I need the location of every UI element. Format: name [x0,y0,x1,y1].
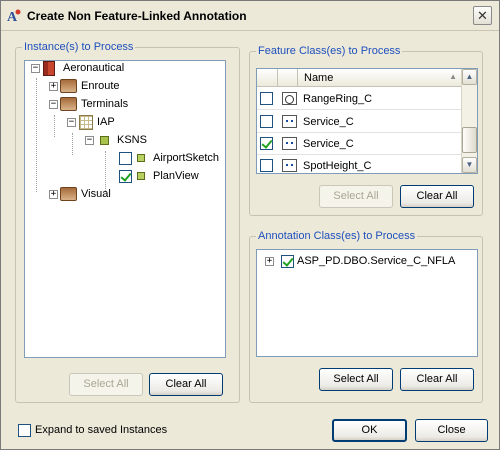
row-name: RangeRing_C [303,92,373,105]
small-square-icon [137,172,145,180]
tree-item-label: Aeronautical [63,62,125,74]
annotation-app-icon: A [7,9,21,24]
column-header-name[interactable]: Name [304,72,333,84]
scroll-thumb[interactable] [462,127,477,153]
feature-classes-legend: Feature Class(es) to Process [256,45,403,57]
small-square-icon [137,154,145,162]
instances-legend: Instance(s) to Process [22,41,136,53]
tree-item-aeronautical[interactable]: − Aeronautical [31,61,125,77]
expand-saved-instances-label: Expand to saved Instances [35,424,168,436]
point-symbol-icon [282,159,297,172]
row-name: Service_C [303,115,354,128]
window-title: Create Non Feature-Linked Annotation [27,9,247,23]
tree-item-enroute[interactable]: + Enroute [49,77,120,95]
expand-icon[interactable]: + [49,189,58,199]
stack-icon [60,97,77,111]
tree-item-airportsketch[interactable]: AirportSketch [119,149,219,167]
stack-icon [60,79,77,93]
range-ring-icon [282,92,297,105]
sort-ascending-icon: ▲ [449,72,457,81]
instances-group: Instance(s) to Process − Aeronautical + … [15,41,240,403]
tree-item-label: KSNS [117,134,147,146]
tree-item-label: Visual [81,188,111,200]
annotation-class-label: ASP_PD.DBO.Service_C_NFLA [297,255,456,267]
row-checkbox[interactable] [260,159,273,172]
vertical-scrollbar[interactable]: ▲ ▼ [461,69,477,173]
tree-item-label: Enroute [81,80,120,92]
feature-select-all-button[interactable]: Select All [319,185,393,208]
tree-connector [36,78,37,192]
row-name: SpotHeight_C [303,159,372,172]
tree-connector [72,133,73,155]
table-row[interactable]: Service_C [257,111,461,133]
collapse-icon[interactable]: − [85,135,94,145]
annotation-classes-legend: Annotation Class(es) to Process [256,230,418,242]
title-bar: A Create Non Feature-Linked Annotation ✕ [1,1,499,31]
tree-item-ksns[interactable]: − KSNS [85,131,147,149]
row-checkbox[interactable] [260,115,273,128]
window-close-button[interactable]: ✕ [473,6,492,25]
tree-item-terminals[interactable]: − Terminals [49,95,128,113]
table-row[interactable]: Service_C [257,133,461,155]
expand-icon[interactable]: + [49,81,58,91]
header-divider [277,69,278,87]
header-divider [297,69,298,87]
point-symbol-icon [282,137,297,150]
tree-item-iap[interactable]: − IAP [67,113,115,131]
tree-item-label: IAP [97,116,115,128]
expand-icon[interactable]: + [265,256,274,266]
collapse-icon[interactable]: − [49,99,58,109]
feature-classes-grid[interactable]: Name ▲ RangeRing_C Service_C Service_C S… [256,68,478,174]
table-row[interactable]: RangeRing_C [257,88,461,110]
collapse-icon[interactable]: − [67,117,76,127]
instances-select-all-button[interactable]: Select All [69,373,143,396]
tree-connector [54,115,55,137]
tree-item-label: Terminals [81,98,129,110]
row-checkbox[interactable] [260,137,273,150]
row-name: Service_C [303,137,354,150]
planview-checkbox[interactable] [119,169,132,183]
expand-saved-instances-checkbox[interactable] [18,424,31,437]
airportsketch-checkbox[interactable] [119,151,132,165]
grid-header: Name ▲ [257,69,461,87]
tree-item-label: AirportSketch [153,152,220,164]
square-icon [100,135,109,145]
stack-icon [60,187,77,201]
collapse-icon[interactable]: − [31,63,40,73]
book-icon [43,61,55,76]
feature-classes-group: Feature Class(es) to Process Name ▲ Rang… [249,45,483,216]
annotation-classes-tree[interactable]: + ASP_PD.DBO.Service_C_NFLA [256,249,478,357]
scroll-down-button[interactable]: ▼ [462,157,477,173]
ok-button[interactable]: OK [332,419,407,442]
point-symbol-icon [282,115,297,128]
annotation-classes-group: Annotation Class(es) to Process + ASP_PD… [249,230,483,403]
dialog-window: A Create Non Feature-Linked Annotation ✕… [0,0,500,450]
feature-clear-all-button[interactable]: Clear All [400,185,474,208]
annotation-select-all-button[interactable]: Select All [319,368,393,391]
table-row[interactable]: SpotHeight_C [257,155,461,173]
tree-item-label: PlanView [153,170,199,182]
tree-item-visual[interactable]: + Visual [49,185,111,203]
tree-item-planview[interactable]: PlanView [119,167,199,185]
close-button[interactable]: Close [415,419,488,442]
instances-tree[interactable]: − Aeronautical + Enroute − Terminals − I… [24,60,226,358]
instances-clear-all-button[interactable]: Clear All [149,373,223,396]
scroll-up-button[interactable]: ▲ [462,69,477,85]
annotation-class-item[interactable]: + ASP_PD.DBO.Service_C_NFLA [265,252,455,270]
annotation-clear-all-button[interactable]: Clear All [400,368,474,391]
grid-icon [79,114,93,130]
annotation-class-checkbox[interactable] [281,254,294,268]
row-checkbox[interactable] [260,92,273,105]
close-icon: ✕ [477,8,488,23]
